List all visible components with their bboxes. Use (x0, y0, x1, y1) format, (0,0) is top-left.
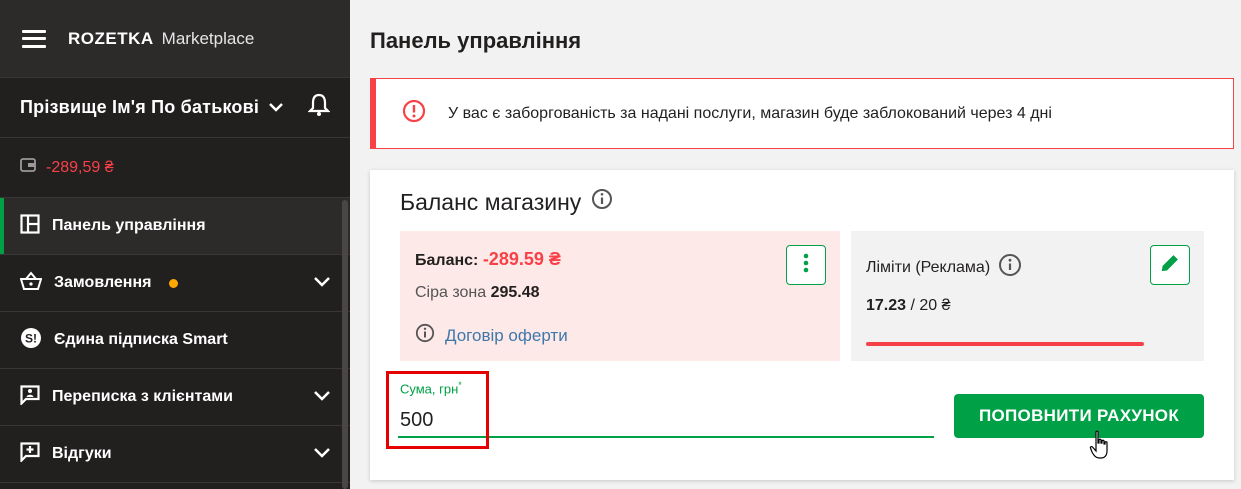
sidebar-item-label: Відгуки (52, 445, 112, 462)
limits-title-text: Ліміти (Реклама) (866, 258, 991, 276)
sum-input[interactable] (398, 404, 934, 438)
info-icon (402, 99, 426, 128)
wallet-balance[interactable]: -289,59 ₴ (0, 138, 350, 198)
notification-dot (169, 278, 179, 288)
card-title: Баланс магазину (400, 188, 613, 216)
grey-zone-label: Сіра зона (415, 284, 487, 301)
limits-total: / 20 ₴ (910, 297, 951, 314)
smart-icon: S! (20, 327, 42, 354)
sidebar-item-orders[interactable]: Замовлення (0, 255, 350, 312)
sidebar-item-messages[interactable]: Переписка з клієнтами (0, 369, 350, 426)
top-up-button[interactable]: ПОПОВНИТИ РАХУНОК (954, 394, 1204, 438)
sidebar: ROZETKA Marketplace Прізвище Ім'я По бат… (0, 0, 350, 489)
main-content: Панель управління У вас є заборгованість… (350, 0, 1241, 489)
brand-subtitle: Marketplace (161, 28, 255, 48)
page-title: Панель управління (370, 28, 582, 53)
balance-value: -289.59 ₴ (482, 249, 561, 269)
chevron-down-icon (314, 274, 330, 292)
grey-zone-line: Сіра зона 295.48 (415, 284, 540, 302)
wallet-balance-value: -289,59 ₴ (46, 158, 114, 176)
dashboard-icon (20, 213, 40, 239)
brand-name: ROZETKA (68, 28, 154, 48)
hand-cursor-icon (1089, 430, 1111, 465)
bell-icon[interactable] (307, 93, 331, 122)
limits-progress-bar (866, 342, 1144, 346)
offer-link-label: Договір оферти (445, 325, 568, 345)
hamburger-icon[interactable] (22, 29, 46, 48)
sum-label-text: Сума, грн (400, 381, 459, 397)
card-title-text: Баланс магазину (400, 188, 582, 215)
offer-link[interactable]: Договір оферти (415, 323, 568, 348)
chevron-down-icon (314, 445, 330, 463)
sidebar-item-label: Єдина підписка Smart (54, 331, 228, 348)
pencil-icon (1160, 253, 1180, 278)
debt-alert: У вас є заборгованість за надані послуги… (370, 78, 1234, 149)
info-icon[interactable] (591, 188, 613, 216)
svg-text:S!: S! (25, 331, 37, 345)
chat-icon (20, 384, 40, 410)
limits-panel: Ліміти (Реклама) 17.23 / 20 ₴ (851, 231, 1204, 361)
info-icon[interactable] (998, 253, 1022, 282)
sidebar-scrollbar[interactable] (342, 200, 348, 489)
edit-limits-button[interactable] (1150, 245, 1190, 285)
balance-card: Баланс магазину Баланс: -289.59 ₴ Сіра з… (370, 170, 1234, 480)
sidebar-header: ROZETKA Marketplace (0, 0, 350, 78)
wallet-icon (20, 158, 36, 177)
sidebar-item-label: Переписка з клієнтами (52, 388, 233, 405)
alert-text: У вас є заборгованість за надані послуги… (448, 104, 1052, 122)
more-options-button[interactable] (786, 245, 826, 285)
balance-label: Баланс: (415, 252, 479, 269)
balance-panel: Баланс: -289.59 ₴ Сіра зона 295.48 Догов… (400, 231, 840, 361)
limits-used: 17.23 (866, 297, 907, 314)
sidebar-item-label: Замовлення (54, 274, 152, 291)
sidebar-item-smart[interactable]: S! Єдина підписка Smart (0, 312, 350, 369)
brand-logo[interactable]: ROZETKA Marketplace (68, 29, 254, 49)
required-mark: * (458, 380, 462, 390)
chevron-down-icon (269, 99, 283, 117)
sidebar-item-label: Панель управління (52, 217, 206, 234)
limits-title: Ліміти (Реклама) (866, 253, 1022, 282)
sum-field-label: Сума, грн* (400, 380, 462, 396)
chevron-down-icon (314, 388, 330, 406)
basket-icon (19, 270, 43, 296)
sidebar-item-reviews[interactable]: Відгуки (0, 426, 350, 483)
more-vertical-icon (803, 253, 809, 278)
info-icon (415, 323, 435, 348)
sidebar-item-dashboard[interactable]: Панель управління (0, 198, 350, 255)
limits-value: 17.23 / 20 ₴ (866, 297, 951, 315)
user-menu[interactable]: Прізвище Ім'я По батькові (0, 78, 350, 138)
review-icon (20, 441, 40, 467)
grey-zone-value: 295.48 (490, 284, 540, 301)
user-name: Прізвище Ім'я По батькові (20, 97, 260, 117)
balance-line: Баланс: -289.59 ₴ (415, 249, 561, 270)
